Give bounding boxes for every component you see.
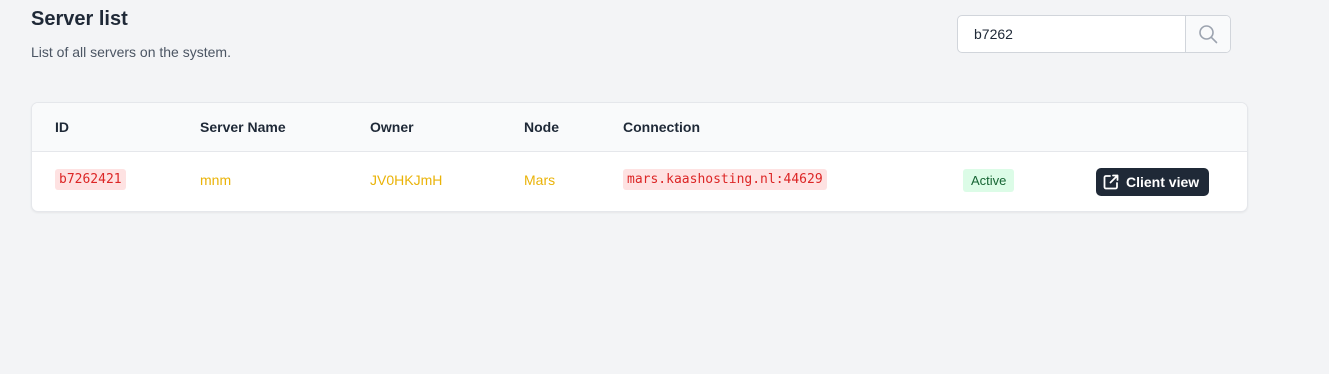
search-icon <box>1199 25 1218 44</box>
column-header-owner: Owner <box>370 119 414 135</box>
server-table: ID Server Name Owner Node Connection b72… <box>31 102 1248 212</box>
node-link[interactable]: Mars <box>524 172 555 188</box>
page-subtitle: List of all servers on the system. <box>31 44 231 60</box>
column-header-node: Node <box>524 119 559 135</box>
column-header-id: ID <box>55 119 69 135</box>
owner-link[interactable]: JV0HKJmH <box>370 172 442 188</box>
column-header-connection: Connection <box>623 119 700 135</box>
search-button[interactable] <box>1185 16 1230 52</box>
client-view-label: Client view <box>1126 174 1200 190</box>
server-name-link[interactable]: mnm <box>200 172 231 188</box>
server-id: b7262421 <box>55 169 126 190</box>
client-view-button[interactable]: Client view <box>1096 168 1210 196</box>
status-badge: Active <box>963 169 1015 192</box>
table-header: ID Server Name Owner Node Connection <box>32 103 1247 152</box>
connection-address: mars.kaashosting.nl:44629 <box>623 169 827 190</box>
search-box <box>957 15 1231 53</box>
search-input[interactable] <box>958 16 1185 52</box>
table-row: b7262421 mnm JV0HKJmH Mars mars.kaashost… <box>32 152 1247 211</box>
external-link-icon <box>1103 174 1119 190</box>
column-header-server-name: Server Name <box>200 119 286 135</box>
page-title: Server list <box>31 8 128 30</box>
